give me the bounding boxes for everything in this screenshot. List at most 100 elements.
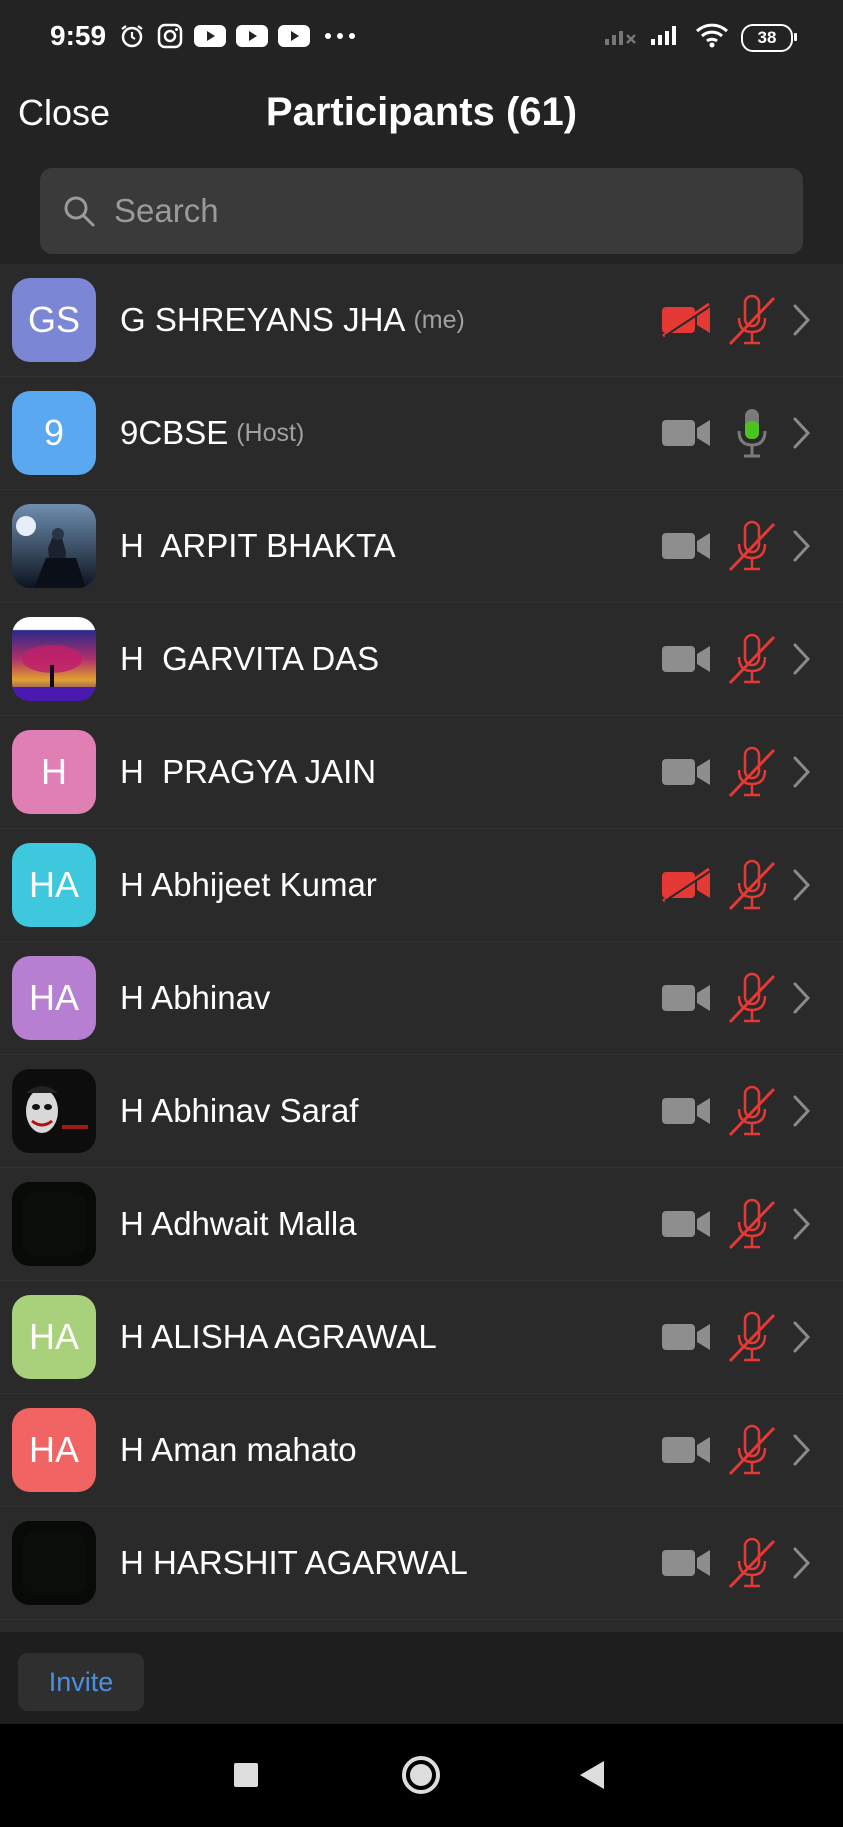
participant-row[interactable]: 9 9CBSE (Host) bbox=[0, 377, 843, 490]
instagram-icon bbox=[156, 22, 184, 50]
battery-indicator: 38 bbox=[741, 23, 797, 52]
chevron-right-icon[interactable] bbox=[791, 1546, 813, 1580]
status-bar: 9:59 38 bbox=[0, 0, 843, 80]
header: Close Participants (61) bbox=[0, 80, 843, 166]
avatar bbox=[12, 1182, 96, 1266]
participant-row[interactable]: HA H Abhijeet Kumar bbox=[0, 829, 843, 942]
chevron-right-icon[interactable] bbox=[791, 1320, 813, 1354]
participant-status-icons bbox=[661, 264, 843, 376]
chevron-right-icon[interactable] bbox=[791, 868, 813, 902]
participant-status-icons bbox=[661, 1168, 843, 1280]
video-camera-icon bbox=[661, 529, 711, 563]
video-camera-icon bbox=[661, 1094, 711, 1128]
status-notification-icons bbox=[118, 22, 360, 50]
participant-name: G SHREYANS JHA bbox=[120, 301, 406, 338]
participant-name: H Abhinav bbox=[120, 979, 271, 1016]
chevron-right-icon[interactable] bbox=[791, 755, 813, 789]
participant-row[interactable]: H HARSHIT AGARWAL bbox=[0, 1507, 843, 1620]
youtube-icon bbox=[278, 22, 310, 50]
participant-name: H HARSHIT AGARWAL bbox=[120, 1544, 468, 1581]
chevron-right-icon[interactable] bbox=[791, 642, 813, 676]
avatar: HA bbox=[12, 1295, 96, 1379]
participant-name: H GARVITA DAS bbox=[120, 640, 380, 677]
recent-apps-icon[interactable] bbox=[233, 1762, 259, 1788]
microphone-muted-icon bbox=[727, 520, 777, 572]
video-camera-icon bbox=[661, 981, 711, 1015]
page-title: Participants (61) bbox=[265, 90, 578, 134]
participant-row[interactable]: HA H Abhinav bbox=[0, 942, 843, 1055]
participant-name: H ALISHA AGRAWAL bbox=[120, 1318, 437, 1355]
home-icon[interactable] bbox=[400, 1754, 442, 1796]
participant-status-icons bbox=[661, 377, 843, 489]
avatar: HA bbox=[12, 956, 96, 1040]
microphone-muted-icon bbox=[727, 1311, 777, 1363]
chevron-right-icon[interactable] bbox=[791, 416, 813, 450]
participant-row[interactable]: H Adhwait Malla bbox=[0, 1168, 843, 1281]
system-nav-bar bbox=[0, 1724, 843, 1827]
microphone-muted-icon bbox=[727, 972, 777, 1024]
participant-name: H Abhinav Saraf bbox=[120, 1092, 359, 1129]
microphone-muted-icon bbox=[727, 1198, 777, 1250]
participant-row[interactable]: HA H ALISHA AGRAWAL bbox=[0, 1281, 843, 1394]
microphone-muted-icon bbox=[727, 746, 777, 798]
video-camera-icon bbox=[661, 755, 711, 789]
participant-role-tag: (Host) bbox=[236, 418, 305, 447]
participant-status-icons bbox=[661, 829, 843, 941]
youtube-icon bbox=[236, 22, 268, 50]
participant-status-icons bbox=[661, 1394, 843, 1506]
participant-status-icons bbox=[661, 942, 843, 1054]
chevron-right-icon[interactable] bbox=[791, 303, 813, 337]
microphone-muted-icon bbox=[727, 1085, 777, 1137]
video-camera-icon bbox=[661, 642, 711, 676]
participant-role-tag: (me) bbox=[413, 305, 465, 334]
search-box[interactable] bbox=[40, 168, 803, 254]
microphone-muted-icon bbox=[727, 859, 777, 911]
participant-row[interactable]: H ARPIT BHAKTA bbox=[0, 490, 843, 603]
microphone-muted-icon bbox=[727, 633, 777, 685]
video-camera-icon bbox=[661, 1433, 711, 1467]
microphone-muted-icon bbox=[727, 1424, 777, 1476]
signal-strength-icon bbox=[649, 23, 683, 52]
participant-name: H Adhwait Malla bbox=[120, 1205, 357, 1242]
invite-button[interactable]: Invite bbox=[18, 1653, 144, 1711]
microphone-icon bbox=[727, 407, 777, 459]
back-icon[interactable] bbox=[578, 1759, 606, 1791]
video-camera-icon bbox=[661, 416, 711, 450]
participant-status-icons bbox=[661, 1281, 843, 1393]
participant-row[interactable]: GS G SHREYANS JHA (me) bbox=[0, 264, 843, 377]
participant-name: H ARPIT BHAKTA bbox=[120, 527, 396, 564]
participant-status-icons bbox=[661, 1507, 843, 1619]
wifi-icon bbox=[695, 22, 729, 53]
participant-row[interactable]: H GARVITA DAS bbox=[0, 603, 843, 716]
participant-name: H Abhijeet Kumar bbox=[120, 866, 377, 903]
participant-row[interactable]: HA H Aman mahato bbox=[0, 1394, 843, 1507]
chevron-right-icon[interactable] bbox=[791, 981, 813, 1015]
video-off-icon bbox=[661, 302, 711, 338]
chevron-right-icon[interactable] bbox=[791, 1094, 813, 1128]
avatar bbox=[12, 1521, 96, 1605]
alarm-icon bbox=[118, 22, 146, 50]
video-camera-icon bbox=[661, 1207, 711, 1241]
participant-status-icons bbox=[661, 603, 843, 715]
avatar bbox=[12, 1069, 96, 1153]
youtube-icon bbox=[194, 22, 226, 50]
avatar bbox=[12, 504, 96, 588]
search-input[interactable] bbox=[112, 191, 716, 231]
participant-status-icons bbox=[661, 1055, 843, 1167]
avatar bbox=[12, 617, 96, 701]
avatar: HA bbox=[12, 1408, 96, 1492]
participant-status-icons bbox=[661, 490, 843, 602]
status-time: 9:59 bbox=[50, 20, 107, 51]
video-off-icon bbox=[661, 867, 711, 903]
chevron-right-icon[interactable] bbox=[791, 1433, 813, 1467]
chevron-right-icon[interactable] bbox=[791, 1207, 813, 1241]
participant-row[interactable]: H Abhinav Saraf bbox=[0, 1055, 843, 1168]
avatar: H bbox=[12, 730, 96, 814]
avatar: GS bbox=[12, 278, 96, 362]
search-bar bbox=[0, 166, 843, 264]
participant-status-icons bbox=[661, 716, 843, 828]
video-camera-icon bbox=[661, 1320, 711, 1354]
participant-row[interactable]: H H PRAGYA JAIN bbox=[0, 716, 843, 829]
more-notifications-icon bbox=[320, 22, 360, 50]
chevron-right-icon[interactable] bbox=[791, 529, 813, 563]
